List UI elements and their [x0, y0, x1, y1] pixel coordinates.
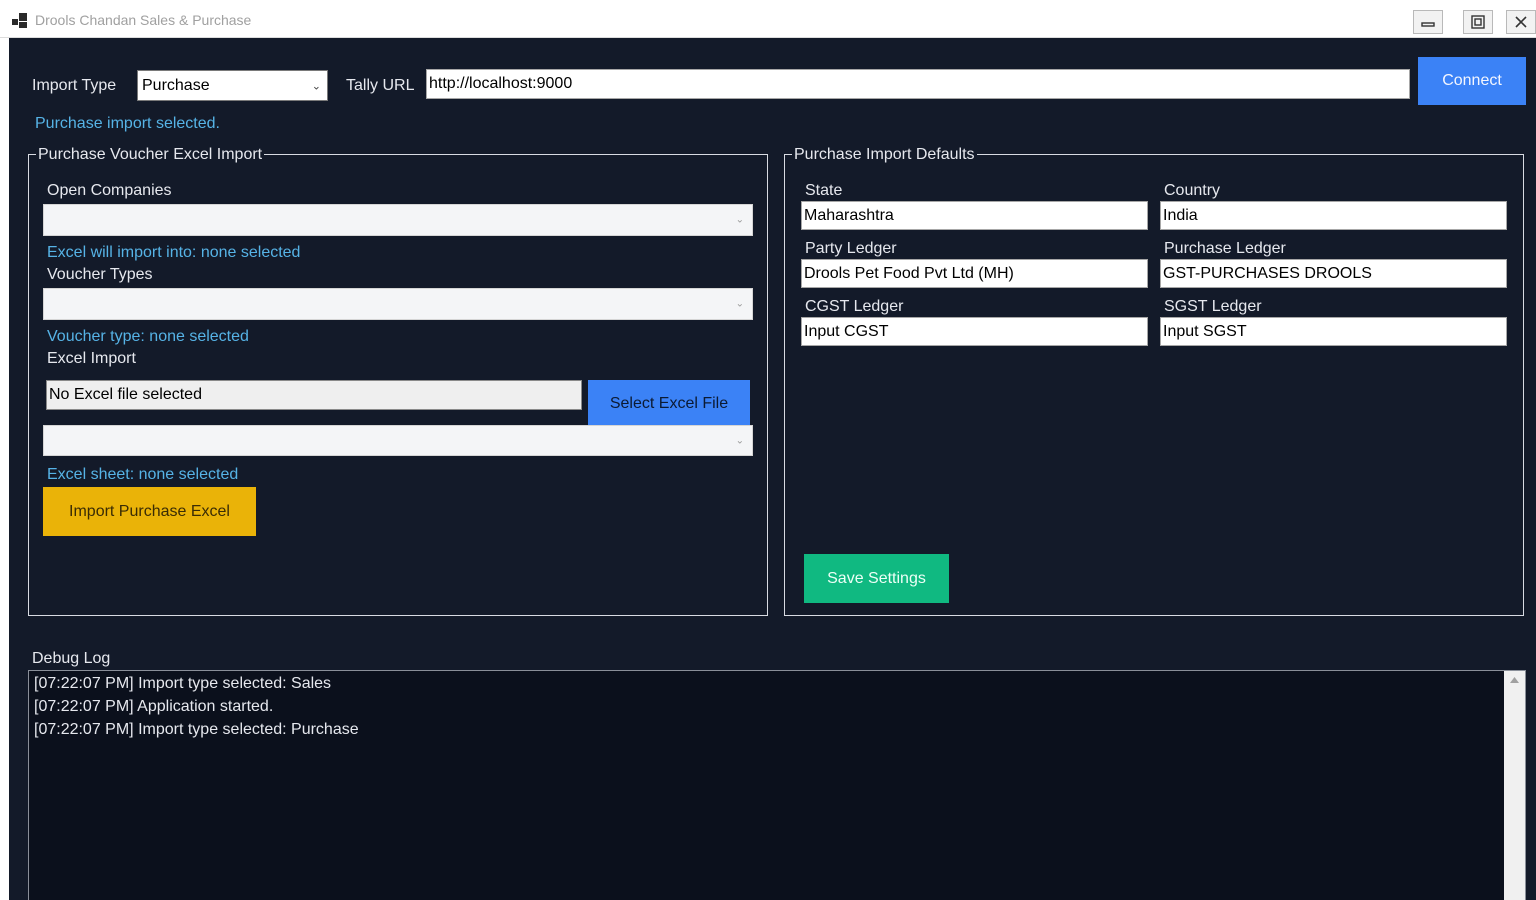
purchase-ledger-label: Purchase Ledger — [1164, 240, 1286, 257]
voucher-types-select[interactable]: ⌄ — [43, 288, 753, 320]
sheet-info-text: Excel sheet: none selected — [47, 466, 239, 483]
cgst-ledger-input[interactable]: Input CGST — [801, 317, 1148, 346]
window-title: Drools Chandan Sales & Purchase — [35, 12, 252, 28]
open-companies-label: Open Companies — [47, 182, 172, 199]
save-settings-button[interactable]: Save Settings — [804, 554, 949, 603]
log-line: [07:22:07 PM] Application started. — [34, 698, 274, 715]
app-grid-icon — [12, 13, 28, 29]
scroll-up-arrow-icon[interactable] — [1504, 671, 1525, 689]
voucher-info-text: Voucher type: none selected — [47, 328, 249, 345]
cgst-ledger-label: CGST Ledger — [805, 298, 904, 315]
sgst-ledger-input[interactable]: Input SGST — [1160, 317, 1507, 346]
party-ledger-input[interactable]: Drools Pet Food Pvt Ltd (MH) — [801, 259, 1148, 288]
chevron-down-icon: ⌄ — [735, 298, 744, 310]
log-line: [07:22:07 PM] Import type selected: Purc… — [34, 721, 359, 738]
chevron-down-icon: ⌄ — [311, 80, 321, 92]
import-type-value: Purchase — [142, 76, 210, 94]
maximize-button[interactable] — [1463, 10, 1493, 34]
tally-url-input[interactable]: http://localhost:9000 — [426, 69, 1410, 99]
debug-log-label: Debug Log — [32, 650, 111, 667]
purchase-ledger-input[interactable]: GST-PURCHASES DROOLS — [1160, 259, 1507, 288]
party-ledger-label: Party Ledger — [805, 240, 897, 257]
country-label: Country — [1164, 182, 1221, 199]
import-status-text: Purchase import selected. — [35, 115, 220, 132]
chevron-down-icon: ⌄ — [735, 214, 744, 226]
country-input[interactable]: India — [1160, 201, 1507, 230]
open-companies-select[interactable]: ⌄ — [43, 204, 753, 236]
purchase-voucher-group-title: Purchase Voucher Excel Import — [36, 146, 265, 164]
minimize-icon — [1421, 22, 1435, 27]
chevron-down-icon: ⌄ — [735, 435, 744, 446]
debug-log-scrollbar[interactable] — [1504, 671, 1525, 900]
excel-import-label: Excel Import — [47, 350, 136, 367]
purchase-defaults-group-title: Purchase Import Defaults — [792, 146, 977, 164]
close-icon — [1515, 16, 1527, 28]
close-button[interactable] — [1506, 10, 1536, 34]
select-excel-file-button[interactable]: Select Excel File — [588, 380, 750, 428]
excel-sheet-select[interactable]: ⌄ — [43, 425, 753, 456]
tally-url-label: Tally URL — [346, 77, 415, 94]
state-input[interactable]: Maharashtra — [801, 201, 1148, 230]
voucher-types-label: Voucher Types — [47, 266, 153, 283]
sgst-ledger-label: SGST Ledger — [1164, 298, 1262, 315]
connect-button[interactable]: Connect — [1418, 57, 1526, 105]
import-type-select[interactable]: Purchase ⌄ — [137, 70, 328, 101]
import-purchase-excel-button[interactable]: Import Purchase Excel — [43, 487, 256, 536]
import-type-label: Import Type — [32, 77, 117, 94]
log-line: [07:22:07 PM] Import type selected: Sale… — [34, 675, 332, 692]
companies-info-text: Excel will import into: none selected — [47, 244, 301, 261]
excel-file-path-input[interactable]: No Excel file selected — [46, 380, 582, 410]
minimize-button[interactable] — [1413, 10, 1443, 34]
restore-icon — [1471, 15, 1485, 29]
state-label: State — [805, 182, 843, 199]
